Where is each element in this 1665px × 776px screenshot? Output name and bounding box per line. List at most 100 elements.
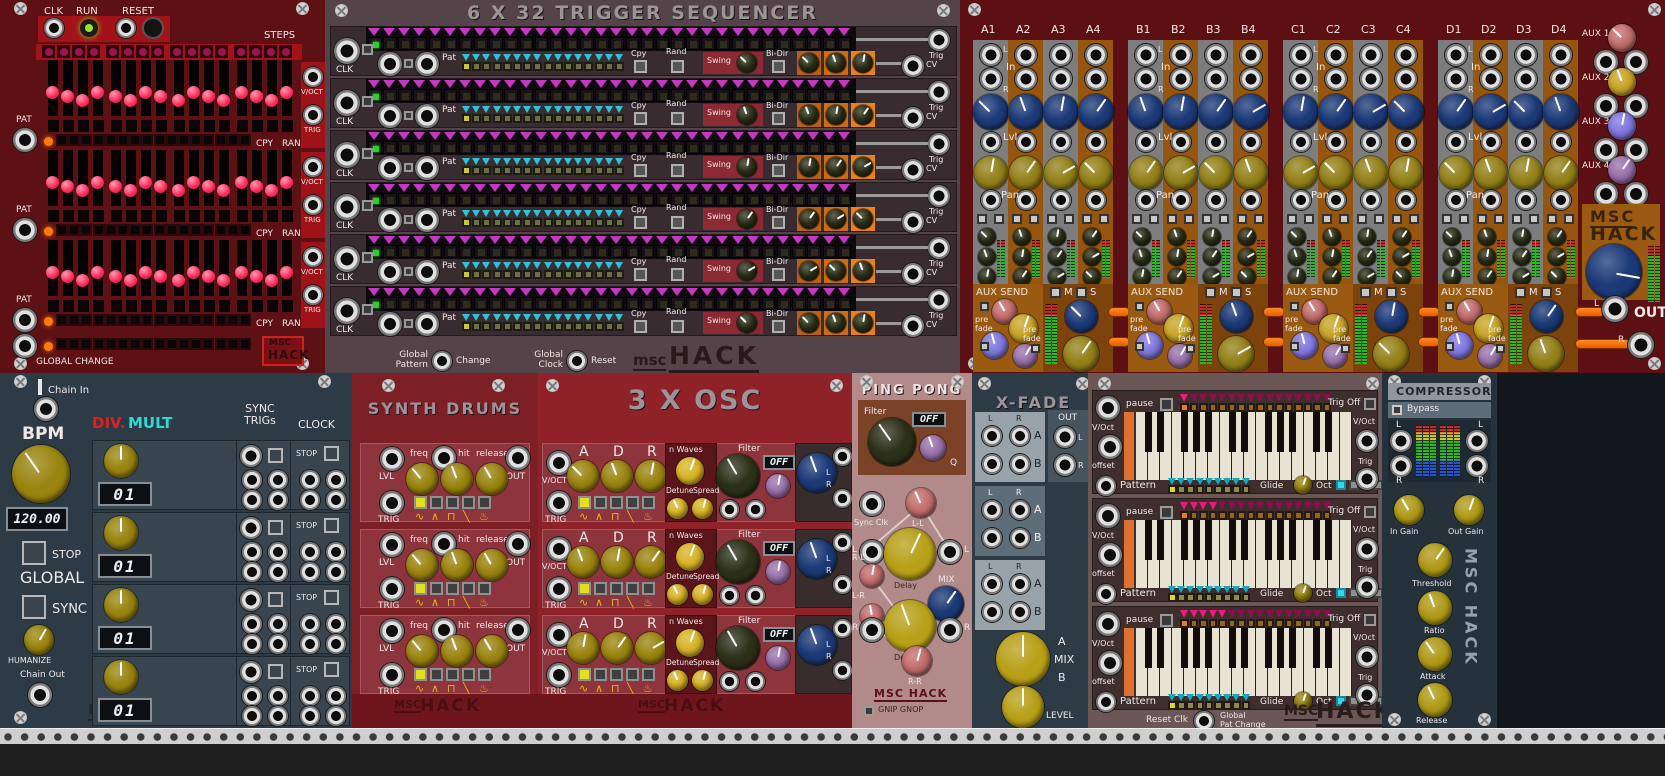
pattern-step-button[interactable] [215, 314, 227, 326]
out-r-jack[interactable] [1054, 454, 1076, 476]
sequence-step-button[interactable] [1218, 403, 1227, 412]
trigger-step-button[interactable] [838, 245, 852, 258]
aux-send-knob-C4[interactable] [1393, 248, 1411, 266]
trigger-step-button[interactable] [444, 141, 458, 154]
pattern-step-button[interactable] [1214, 701, 1223, 710]
wave-select-button[interactable] [478, 496, 491, 509]
solo-button-B4[interactable] [1254, 214, 1264, 224]
pattern-step-button[interactable] [554, 270, 563, 279]
slider-handle[interactable] [76, 94, 89, 107]
gnip-gnop-button[interactable] [864, 706, 874, 716]
pattern-step-button[interactable] [1168, 593, 1177, 602]
sync-trig-button[interactable] [268, 664, 283, 679]
sequence-step-button[interactable] [1199, 403, 1208, 412]
aux-send-knob-A3[interactable] [1048, 248, 1066, 266]
aux-return-knob-4[interactable] [1608, 156, 1636, 184]
voct-offset-jack[interactable] [1098, 651, 1122, 675]
piano-black-key[interactable] [1157, 412, 1164, 452]
trigger-step-button[interactable] [580, 89, 594, 102]
pattern-step-button[interactable] [482, 166, 491, 175]
in-r-jack-B2[interactable] [1170, 68, 1192, 90]
release-knob[interactable] [1418, 683, 1452, 717]
aux-send-knob-D1[interactable] [1443, 228, 1461, 246]
clk-input-jack[interactable] [334, 298, 360, 324]
in-l-jack-B4[interactable] [1240, 44, 1262, 66]
trigger-step-button[interactable] [838, 297, 852, 310]
in-l-jack-C1[interactable] [1290, 44, 1312, 66]
aux-send-knob-A4[interactable] [1083, 228, 1101, 246]
pause-button[interactable] [1160, 614, 1173, 627]
sync-trig-out-jack[interactable] [268, 470, 288, 490]
cpy-button[interactable] [634, 112, 647, 125]
pattern-step-button[interactable] [68, 134, 80, 146]
wave-select-button[interactable] [478, 668, 491, 681]
clock-out-jack[interactable] [326, 490, 346, 510]
sequence-step-button[interactable] [1180, 511, 1189, 520]
pattern-step-button[interactable] [227, 314, 239, 326]
pattern-select-jack[interactable] [415, 156, 439, 180]
slider-handle[interactable] [235, 176, 248, 189]
pattern-step-button[interactable] [462, 62, 471, 71]
trigger-step-button[interactable] [459, 89, 473, 102]
level-knob-D4[interactable] [1543, 94, 1579, 130]
global-pattern-change-jack[interactable] [432, 351, 452, 371]
sequence-step-button[interactable] [1247, 511, 1256, 520]
wave-select-button[interactable] [626, 582, 639, 595]
cv-output-jack[interactable] [902, 55, 924, 77]
pan-cv-jack-C1[interactable] [1291, 190, 1311, 210]
pan-cv-jack-B3[interactable] [1206, 190, 1226, 210]
trigger-step-button[interactable] [504, 141, 518, 154]
rand-button[interactable] [671, 268, 684, 281]
pattern-step-button[interactable] [533, 322, 542, 331]
slider-handle[interactable] [172, 184, 185, 197]
wave-select-button[interactable] [430, 582, 443, 595]
trigger-step-button[interactable] [535, 245, 549, 258]
swing-knob[interactable] [737, 261, 757, 281]
aux-send-knob-A2[interactable] [1013, 248, 1031, 266]
reset-input-jack[interactable] [116, 18, 136, 38]
level-knob-A1[interactable] [973, 94, 1009, 130]
freq-knob[interactable] [406, 463, 438, 495]
env-knob-D[interactable] [601, 632, 633, 664]
solo-button-C1[interactable] [1304, 214, 1314, 224]
pattern-step-button[interactable] [615, 166, 624, 175]
trigger-step-button[interactable] [459, 141, 473, 154]
trigger-step-button[interactable] [595, 297, 609, 310]
pattern-step-button[interactable] [544, 270, 553, 279]
sync-trig-in-jack[interactable] [240, 445, 262, 467]
bidir-button[interactable] [772, 164, 785, 177]
trigger-step-button[interactable] [565, 193, 579, 206]
swing-knob[interactable] [737, 313, 757, 333]
pattern-step-button[interactable] [605, 270, 614, 279]
clock-out-jack[interactable] [300, 686, 320, 706]
out-jack[interactable] [506, 532, 530, 556]
slider-handle[interactable] [61, 180, 74, 193]
piano-black-key[interactable] [1325, 520, 1332, 560]
level-knob-C3[interactable] [1353, 94, 1389, 130]
n-waves-knob[interactable] [676, 457, 704, 485]
pattern-step-button[interactable] [513, 166, 522, 175]
trigger-step-button[interactable] [732, 141, 746, 154]
trigger-step-button[interactable] [747, 245, 761, 258]
pattern-step-button[interactable] [584, 62, 593, 71]
aux-return-r-jack-4[interactable] [1624, 182, 1648, 206]
trigger-step-button[interactable] [823, 297, 837, 310]
env-knob-D[interactable] [601, 546, 633, 578]
pan-knob-D2[interactable] [1474, 156, 1508, 190]
pan-knob-B4[interactable] [1234, 156, 1268, 190]
pattern-step-button[interactable] [68, 314, 80, 326]
pattern-mode-button[interactable] [404, 215, 413, 224]
in-l-jack-C2[interactable] [1325, 44, 1347, 66]
level-knob-A4[interactable] [1078, 94, 1114, 130]
pre-fade-button-1[interactable] [1445, 302, 1454, 311]
pan-knob-C1[interactable] [1284, 156, 1318, 190]
pattern-step-button[interactable] [503, 166, 512, 175]
gate-length-knob[interactable] [853, 105, 873, 125]
clk-input-jack[interactable] [44, 18, 64, 38]
pattern-step-button[interactable] [239, 314, 251, 326]
slider-handle[interactable] [46, 86, 59, 99]
wave-select-button[interactable] [446, 582, 459, 595]
sync-trig-out-jack[interactable] [242, 490, 262, 510]
slider-handle[interactable] [217, 94, 230, 107]
pattern-mode-button[interactable] [404, 267, 413, 276]
